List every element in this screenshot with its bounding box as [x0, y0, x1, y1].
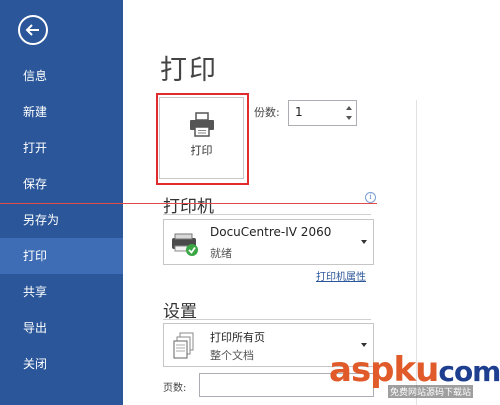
pages-icon	[173, 332, 194, 359]
sidebar-item-new[interactable]: 新建	[0, 94, 123, 130]
spin-up-icon[interactable]	[346, 106, 352, 110]
spin-down-icon[interactable]	[346, 116, 352, 120]
watermark-logo: aspkucom	[329, 350, 500, 390]
watermark-brand: aspku	[329, 350, 439, 390]
back-arrow-icon[interactable]	[18, 15, 48, 45]
watermark-caption: 免费网站源码下载站	[388, 385, 474, 398]
settings-heading-rule	[163, 319, 371, 320]
sidebar-item-open[interactable]: 打开	[0, 130, 123, 166]
watermark-tail: com	[438, 355, 500, 388]
sidebar-item-save[interactable]: 保存	[0, 166, 123, 202]
annotation-line	[0, 203, 377, 204]
printer-heading-rule	[163, 214, 371, 215]
sidebar-item-share[interactable]: 共享	[0, 274, 123, 310]
printer-ready-icon	[172, 233, 198, 256]
sidebar-item-info[interactable]: 信息	[0, 58, 123, 94]
chevron-down-icon	[361, 240, 367, 244]
print-button-highlight	[156, 93, 249, 185]
pages-label: 页数:	[163, 383, 187, 394]
printer-select[interactable]: DocuCentre-IV 2060 就绪	[163, 219, 374, 265]
copies-stepper[interactable]: 1	[288, 100, 357, 126]
sidebar-item-print[interactable]: 打印	[0, 238, 123, 274]
sidebar-item-export[interactable]: 导出	[0, 310, 123, 346]
copies-value: 1	[295, 105, 303, 119]
page-title: 打印	[160, 55, 218, 86]
sidebar-item-save-as[interactable]: 另存为	[0, 202, 123, 238]
print-range-description: 整个文档	[210, 349, 254, 362]
copies-label: 份数:	[254, 106, 280, 119]
printer-status: 就绪	[210, 247, 232, 260]
print-range-value: 打印所有页	[210, 331, 265, 344]
sidebar-item-close[interactable]: 关闭	[0, 346, 123, 382]
info-icon[interactable]: i	[365, 192, 376, 203]
printer-properties-link[interactable]: 打印机属性	[316, 268, 366, 283]
printer-name: DocuCentre-IV 2060	[210, 225, 332, 239]
chevron-down-icon	[361, 343, 367, 347]
